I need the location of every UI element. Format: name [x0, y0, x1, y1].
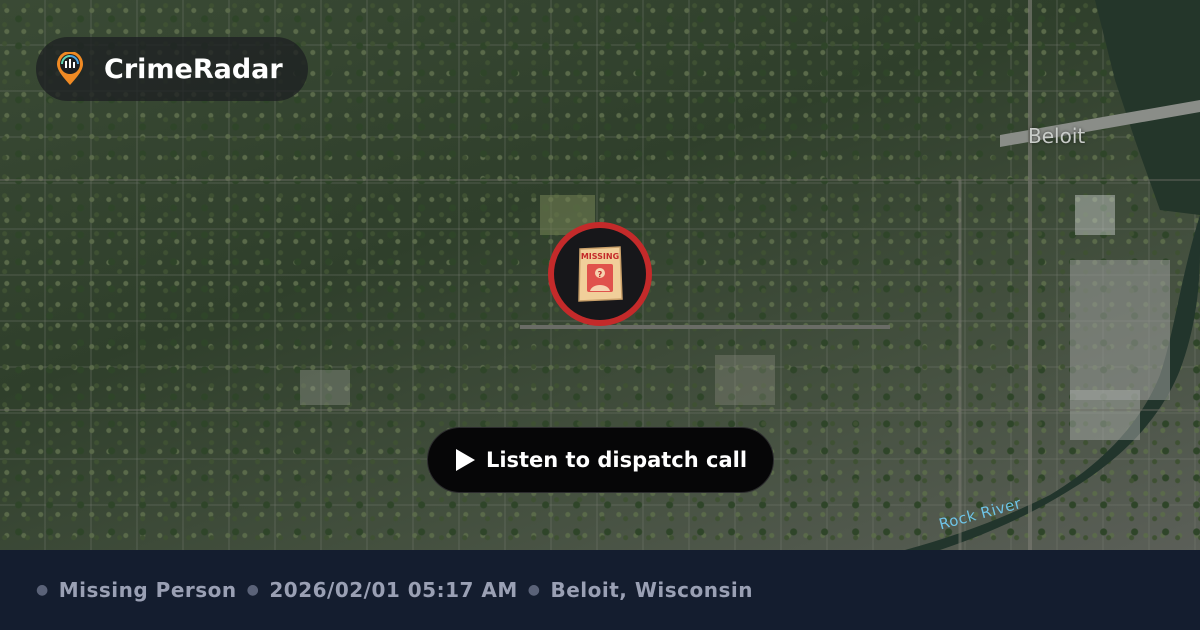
incident-datetime: 2026/02/01 05:17 AM	[269, 578, 518, 602]
parking-lot	[715, 355, 775, 405]
brand-name: CrimeRadar	[104, 53, 283, 85]
separator-dot: ●	[527, 582, 541, 598]
play-icon	[455, 449, 475, 471]
industrial-block-2	[1070, 390, 1140, 440]
separator-dot: ●	[36, 582, 49, 598]
incident-location: Beloit, Wisconsin	[550, 578, 754, 602]
svg-text:?: ?	[598, 270, 603, 279]
missing-poster-icon: MISSING ?	[578, 246, 623, 302]
listen-dispatch-button[interactable]: Listen to dispatch call	[427, 427, 774, 493]
separator-dot: ●	[246, 582, 260, 598]
city-label: Beloit	[1028, 124, 1086, 148]
brand-badge[interactable]: CrimeRadar	[36, 37, 308, 101]
listen-dispatch-label: Listen to dispatch call	[485, 448, 748, 472]
industrial-block	[1070, 260, 1170, 400]
poster-text: MISSING	[581, 252, 619, 261]
incident-marker[interactable]: MISSING ?	[548, 222, 652, 326]
incident-type: Missing Person	[58, 578, 237, 602]
building-block	[1075, 195, 1115, 235]
marker-inner: MISSING ?	[554, 228, 646, 320]
school-block	[300, 370, 350, 405]
radar-pin-icon	[57, 52, 83, 85]
incident-info-bar: ● Missing Person ● 2026/02/01 05:17 AM ●…	[0, 550, 1200, 630]
